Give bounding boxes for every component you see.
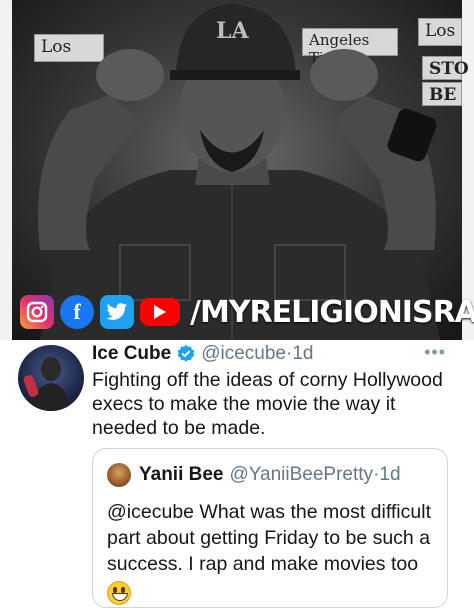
tweet-text: Fighting off the ideas of corny Hollywoo… [92, 369, 443, 439]
twitter-icon[interactable] [100, 295, 134, 329]
social-handle: /MYRELIGIONISRAP [190, 294, 474, 330]
hero-photo: Los Angeles Times Los STO BE LA f [0, 0, 474, 340]
quoted-author-handle[interactable]: @YaniiBeePretty [230, 464, 374, 486]
social-bar: f /MYRELIGIONISRAP [20, 292, 474, 332]
quoted-header: Yanii Bee @YaniiBeePretty · 1d [107, 463, 401, 487]
author-name[interactable]: Ice Cube [92, 343, 171, 365]
more-options-icon[interactable]: ••• [424, 342, 446, 363]
quoted-author-name[interactable]: Yanii Bee [139, 464, 224, 486]
author-avatar[interactable] [18, 345, 84, 411]
quoted-text-block: @icecube What was the most difficult par… [107, 499, 433, 605]
facebook-icon[interactable]: f [60, 295, 94, 329]
grinning-face-icon [107, 581, 131, 605]
verified-badge-icon [177, 344, 195, 362]
author-handle[interactable]: @icecube [201, 343, 286, 365]
youtube-icon[interactable] [140, 298, 180, 326]
avatar-figure-icon [23, 357, 70, 411]
tweet-time[interactable]: 1d [292, 343, 313, 365]
quoted-author-avatar[interactable] [107, 463, 131, 487]
quoted-time[interactable]: 1d [379, 464, 400, 486]
quoted-text: @icecube What was the most difficult par… [107, 501, 431, 575]
quoted-tweet[interactable]: Yanii Bee @YaniiBeePretty · 1d @icecube … [92, 448, 448, 608]
instagram-icon[interactable] [20, 295, 54, 329]
tweet-header: Ice Cube @icecube · 1d [92, 343, 313, 365]
tweet-card[interactable]: Ice Cube @icecube · 1d ••• Fighting off … [0, 340, 474, 608]
person-silhouette [38, 4, 440, 340]
cap-logo: LA [216, 18, 249, 44]
